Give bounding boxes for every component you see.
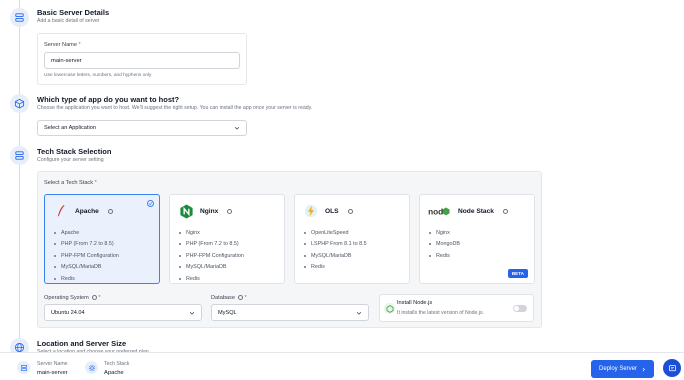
tech-card-ols[interactable]: OLS OpenLiteSpeed LSPHP From 8.1 to 8.5 … [294,194,410,284]
chat-support-button[interactable] [663,359,681,377]
server-icon [17,361,30,374]
info-icon [237,294,243,300]
tech-card-name: Node Stack [458,207,494,215]
tech-item: Nginx [429,227,460,239]
basic-section-title: Basic Server Details [37,8,110,17]
stack-gear-icon [85,361,98,374]
tech-item: PHP-FPM Configuration [179,250,244,262]
tech-item: MySQL/MariaDB [54,262,119,274]
timeline-line [19,0,20,352]
chat-icon [668,364,676,371]
tech-item: Redis [304,262,367,274]
tech-card-nginx[interactable]: Nginx Nginx PHP (From 7.2 to 8.5) PHP-FP… [169,194,285,284]
info-icon [107,209,113,214]
chevron-down-icon [356,311,362,315]
summary-bar [0,352,684,380]
nodejs-hex-icon [384,303,395,314]
nodejs-logo-icon: n o d [428,203,452,219]
tech-card-name: OLS [325,207,339,215]
chevron-down-icon [189,311,195,315]
tech-item: PHP-FPM Configuration [54,250,119,262]
check-circle-icon [147,200,154,207]
ols-logo-icon [303,203,319,219]
chevron-down-icon [234,126,240,130]
summary-server-label: Server Name [37,361,68,367]
tech-item: MySQL/MariaDB [304,250,367,262]
svg-text:d: d [438,207,443,216]
tech-item: PHP (From 7.2 to 8.5) [54,239,119,251]
server-name-hint: Use lowercase letters, numbers, and hyph… [44,73,152,78]
tech-card-node-stack[interactable]: n o d Node Stack Nginx MongoDB Redis BET… [419,194,535,284]
install-nodejs-option: Install Node.js It installs the latest v… [379,294,534,322]
server-name-label: Server Name * [44,42,81,48]
application-select-value: Select an Application [44,125,96,131]
apache-feather-icon [53,203,69,219]
tech-item: Redis [179,273,244,285]
os-label: Operating System * [44,294,101,301]
beta-badge: BETA [507,269,528,278]
chevron-right-icon [642,367,645,371]
database-label: Database * [211,294,247,301]
install-nodejs-toggle[interactable] [513,305,527,312]
server-step-icon [10,8,29,27]
os-select[interactable]: Ubuntu 24.04 [44,304,202,321]
app-cube-icon [10,94,29,113]
tech-item: Nginx [179,227,244,239]
summary-stack-label: Tech Stack [104,361,130,367]
summary-stack-value: Apache [104,370,124,376]
database-select[interactable]: MySQL [211,304,369,321]
database-select-value: MySQL [218,309,237,316]
summary-server-value: main-server [37,370,68,376]
os-select-value: Ubuntu 24.04 [51,309,85,316]
tech-card-name: Nginx [200,207,219,215]
basic-section-subtitle: Add a basic detail of server [37,18,100,24]
info-icon [91,294,97,300]
tech-item: Apache [54,227,119,239]
stack-section-subtitle: Configure your server setting [37,157,104,163]
info-icon [347,209,353,214]
server-name-input[interactable]: main-server [44,52,240,69]
tech-item: Redis [429,250,460,262]
tech-item: LSPHP From 8.1 to 8.5 [304,239,367,251]
nginx-logo-icon [178,203,194,219]
deploy-server-label: Deploy Server [598,366,637,372]
application-select[interactable]: Select an Application [37,120,247,136]
info-icon [227,209,233,214]
location-section-title: Location and Server Size [37,339,127,348]
tech-card-name: Apache [75,207,99,215]
tech-item: MySQL/MariaDB [179,262,244,274]
tech-item: PHP (From 7.2 to 8.5) [179,239,244,251]
stack-step-icon [10,146,29,165]
stack-section-title: Tech Stack Selection [37,147,112,156]
app-section-title: Which type of app do you want to host? [37,95,180,104]
tech-item: Redis [54,273,119,285]
tech-card-apache[interactable]: Apache Apache PHP (From 7.2 to 8.5) PHP-… [44,194,160,284]
install-nodejs-title: Install Node.js [397,300,433,306]
tech-item: OpenLiteSpeed [304,227,367,239]
tech-item: MongoDB [429,239,460,251]
info-icon [502,209,508,214]
tech-stack-label: Select a Tech Stack * [44,180,97,186]
app-section-subtitle: Choose the application you want to host.… [37,105,313,111]
deploy-server-button[interactable]: Deploy Server [591,360,654,378]
install-nodejs-description: It installs the latest version of Node.j… [397,310,485,316]
